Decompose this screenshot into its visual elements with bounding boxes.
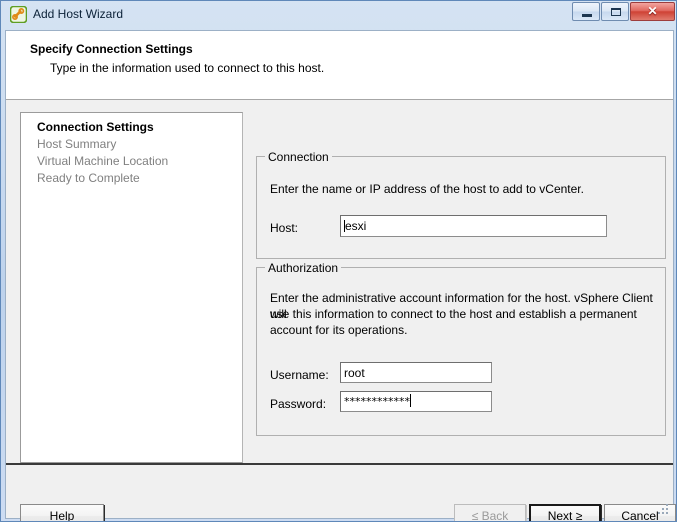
host-input[interactable]: esxi bbox=[340, 215, 607, 237]
help-button[interactable]: Help bbox=[20, 504, 104, 522]
connection-groupbox-legend: Connection bbox=[265, 150, 332, 164]
back-button-label: Back bbox=[481, 509, 509, 522]
step-list: Connection Settings Host Summary Virtual… bbox=[37, 119, 237, 187]
sidebar-item-virtual-machine-location[interactable]: Virtual Machine Location bbox=[37, 153, 237, 170]
wizard-body: Connection Settings Host Summary Virtual… bbox=[6, 100, 673, 463]
minimize-icon bbox=[582, 14, 592, 17]
password-input[interactable]: ************ bbox=[340, 391, 492, 412]
cancel-button-label: Cancel bbox=[621, 509, 659, 522]
close-button[interactable]: ✕ bbox=[630, 2, 675, 21]
close-icon: ✕ bbox=[647, 4, 658, 18]
window-controls: ✕ bbox=[572, 2, 675, 21]
resize-grip[interactable] bbox=[657, 503, 670, 516]
maximize-button[interactable] bbox=[601, 2, 629, 21]
window-title: Add Host Wizard bbox=[33, 7, 124, 21]
wizard-icon bbox=[10, 6, 27, 23]
minimize-button[interactable] bbox=[572, 2, 600, 21]
sidebar-item-ready-to-complete[interactable]: Ready to Complete bbox=[37, 170, 237, 187]
authorization-description-line2: use this information to connect to the h… bbox=[270, 307, 637, 321]
username-label: Username: bbox=[270, 368, 329, 382]
authorization-groupbox: Authorization Enter the administrative a… bbox=[256, 261, 666, 436]
next-button-label: Next bbox=[547, 509, 573, 522]
wizard-content-pane: Connection Enter the name or IP address … bbox=[244, 100, 673, 463]
wizard-step-nav: Connection Settings Host Summary Virtual… bbox=[20, 112, 243, 463]
help-button-label: Help bbox=[49, 509, 75, 522]
next-button-suffix: ≥ bbox=[572, 509, 583, 522]
sidebar-item-connection-settings[interactable]: Connection Settings bbox=[37, 119, 237, 136]
connection-description: Enter the name or IP address of the host… bbox=[270, 182, 584, 196]
connection-groupbox: Connection Enter the name or IP address … bbox=[256, 150, 666, 259]
title-bar[interactable]: Add Host Wizard ✕ bbox=[1, 1, 676, 30]
password-label: Password: bbox=[270, 397, 327, 411]
page-subtitle: Type in the information used to connect … bbox=[50, 61, 325, 75]
authorization-description-line3: account for its operations. bbox=[270, 323, 408, 337]
page-title: Specify Connection Settings bbox=[30, 42, 193, 56]
username-input[interactable]: root bbox=[340, 362, 492, 383]
add-host-wizard-window: Add Host Wizard ✕ Specify Connection Set… bbox=[0, 0, 677, 522]
next-button[interactable]: Next ≥ bbox=[529, 504, 601, 522]
wizard-header: Specify Connection Settings Type in the … bbox=[6, 31, 673, 99]
maximize-icon bbox=[611, 8, 621, 16]
authorization-groupbox-legend: Authorization bbox=[265, 261, 342, 275]
back-button-prefix: ≤ bbox=[471, 509, 482, 522]
back-button[interactable]: ≤ Back bbox=[454, 504, 526, 522]
dialog-client-area: Specify Connection Settings Type in the … bbox=[5, 30, 676, 522]
host-label: Host: bbox=[270, 221, 299, 235]
sidebar-item-host-summary[interactable]: Host Summary bbox=[37, 136, 237, 153]
